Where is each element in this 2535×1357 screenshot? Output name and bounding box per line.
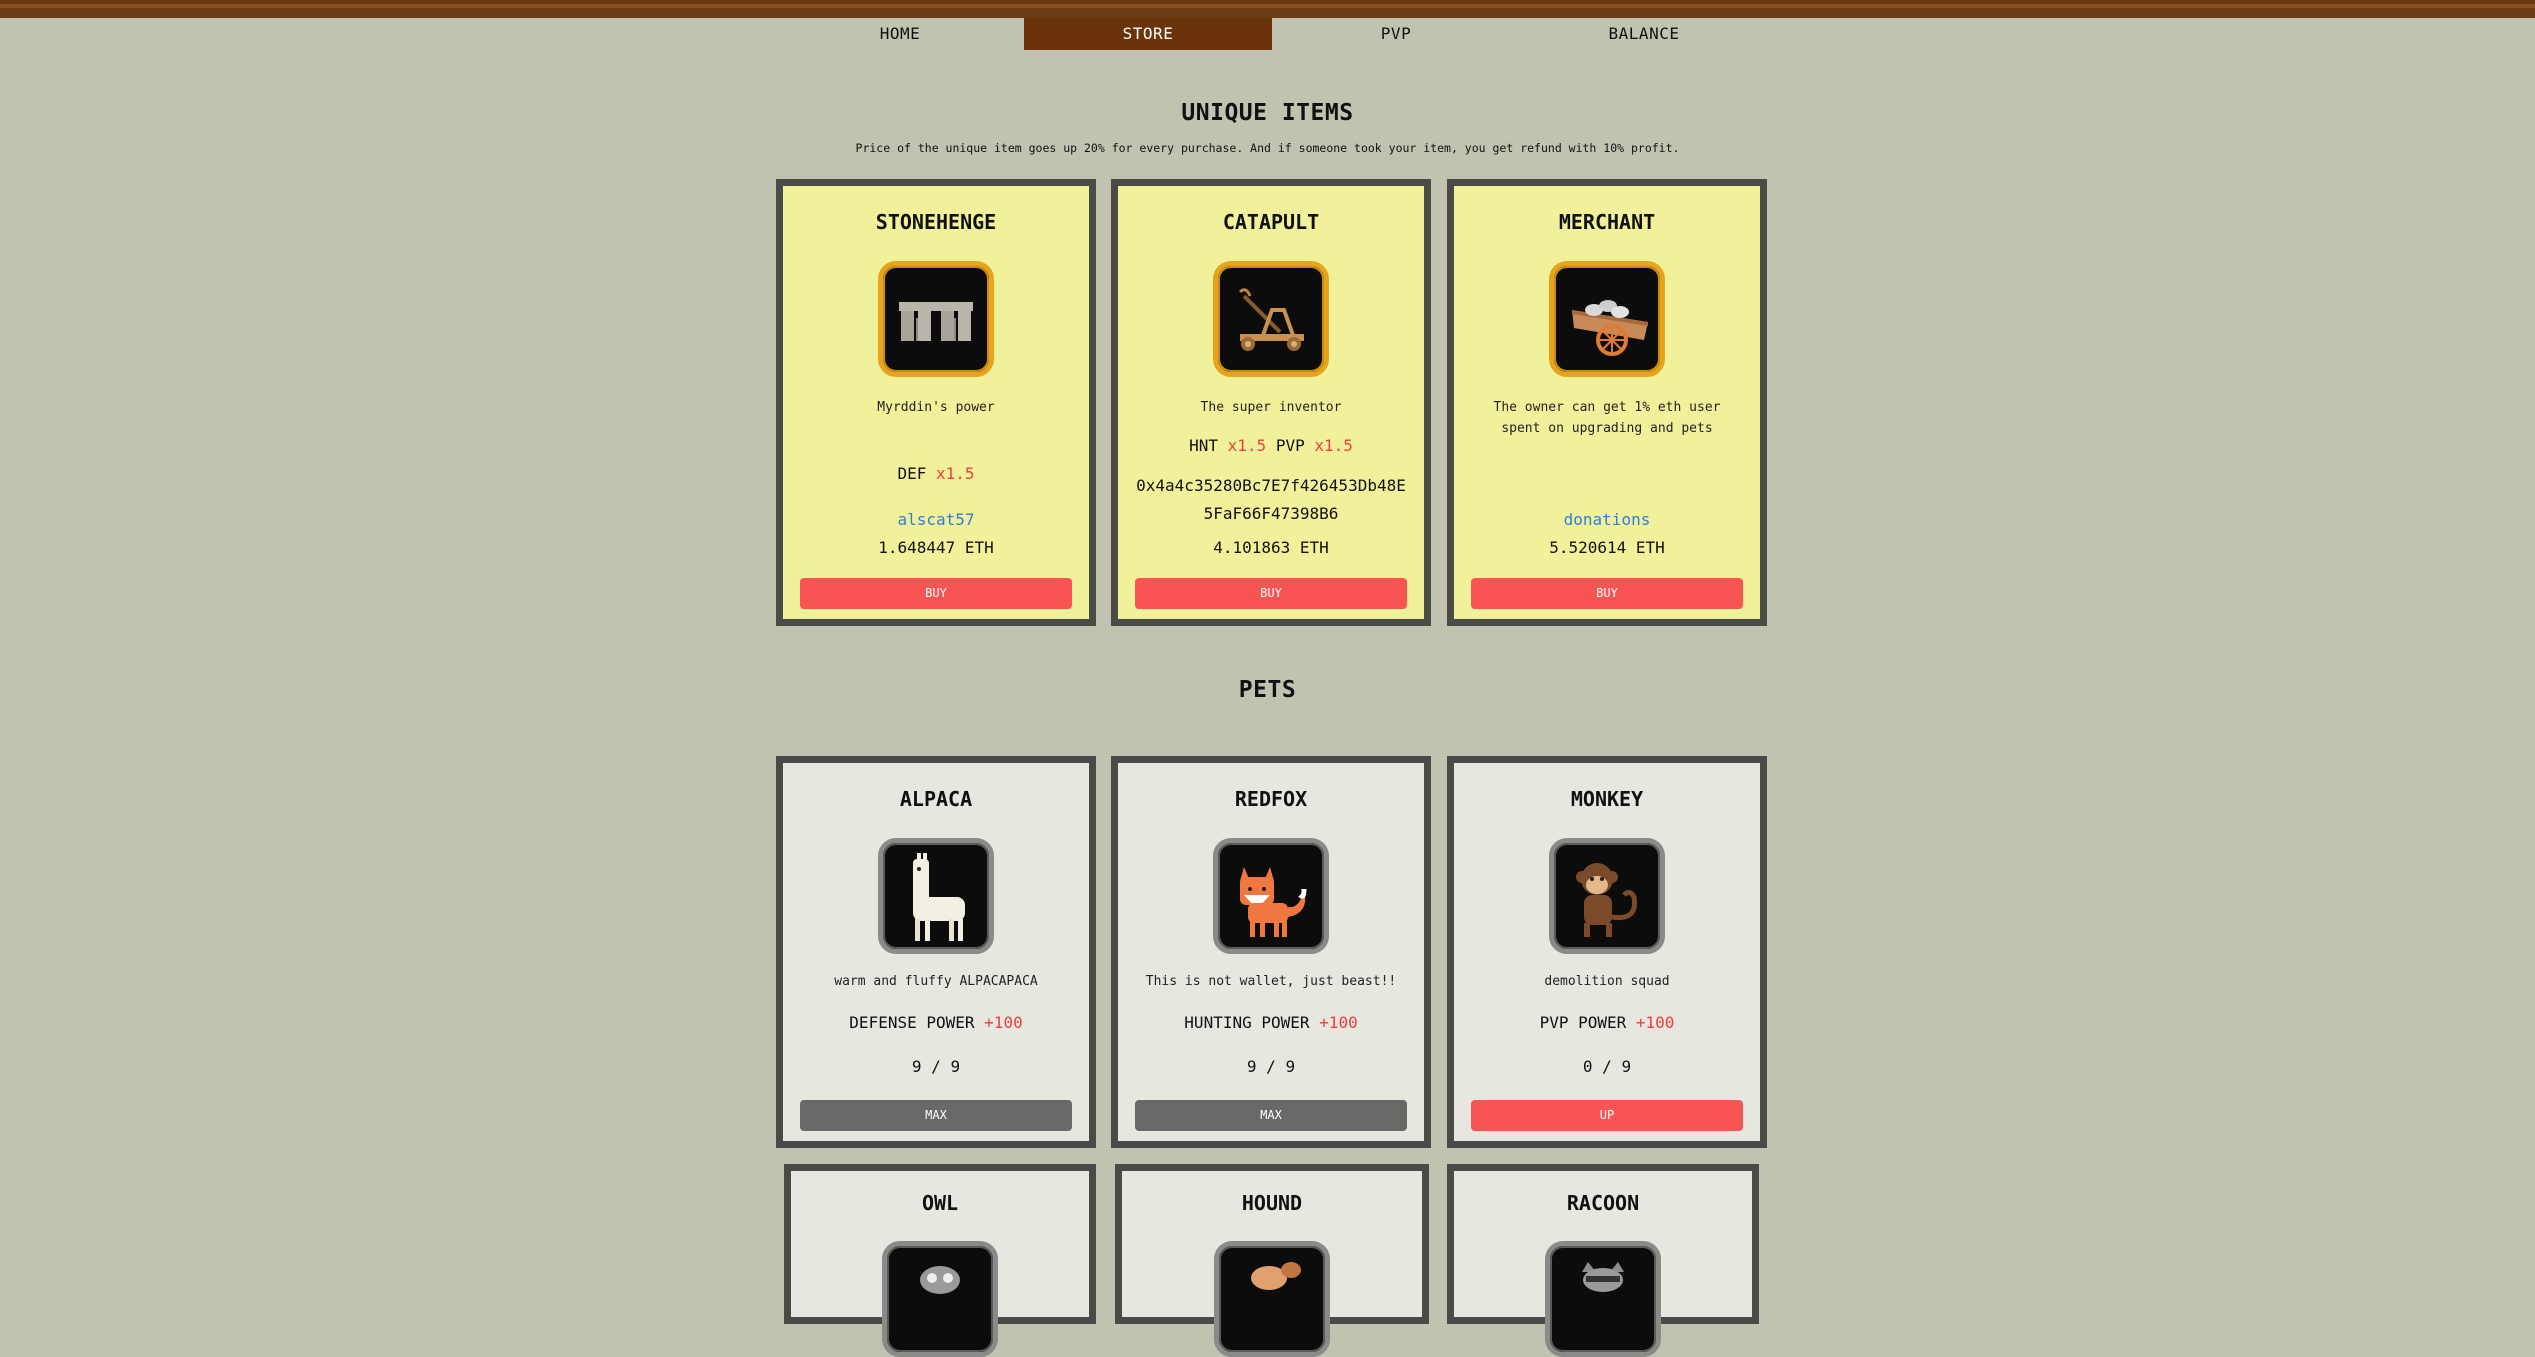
- stat-multiplier: x1.5: [936, 464, 975, 483]
- max-button[interactable]: MAX: [1135, 1100, 1407, 1131]
- item-description: The super inventor: [1200, 400, 1342, 415]
- pet-title: REDFOX: [1234, 787, 1308, 811]
- buy-button[interactable]: BUY: [1471, 578, 1743, 609]
- pet-power: PVP POWER +100: [1454, 1013, 1760, 1032]
- stat-multiplier: x1.5: [1314, 436, 1353, 455]
- power-label: DEFENSE POWER: [849, 1013, 975, 1032]
- pet-description: This is not wallet, just beast!!: [1145, 974, 1397, 989]
- pets-title: PETS: [1238, 677, 1297, 703]
- item-title: MERCHANT: [1558, 210, 1656, 234]
- hound-icon: [1214, 1241, 1330, 1357]
- owl-icon: [882, 1241, 998, 1357]
- unique-items-subtitle: Price of the unique item goes up 20% for…: [855, 141, 1680, 155]
- unique-item-card-stonehenge: STONEHENGE Myrddin's power DEF x1.5 alsc…: [776, 179, 1096, 626]
- pet-card-racoon: RACOON: [1447, 1164, 1759, 1357]
- pet-level: 9 / 9: [911, 1057, 961, 1076]
- unique-items-title: UNIQUE ITEMS: [1181, 100, 1354, 126]
- pet-description: demolition squad: [1544, 974, 1670, 989]
- power-value: +100: [984, 1013, 1023, 1032]
- up-button[interactable]: UP: [1471, 1100, 1743, 1131]
- pet-power: DEFENSE POWER +100: [783, 1013, 1089, 1032]
- catapult-icon: [1213, 261, 1329, 377]
- owner-link[interactable]: donations: [1454, 506, 1760, 534]
- pet-title: MONKEY: [1570, 787, 1644, 811]
- power-value: +100: [1319, 1013, 1358, 1032]
- pet-title: HOUND: [1241, 1191, 1303, 1215]
- stat-label: DEF: [897, 464, 927, 483]
- nav-home[interactable]: HOME: [776, 18, 1024, 50]
- top-bar: [0, 0, 2535, 18]
- pet-card-alpaca: ALPACA warm and fluffy ALPACAPACA DEFENS…: [776, 756, 1096, 1148]
- pet-title: RACOON: [1566, 1191, 1640, 1215]
- item-title: STONEHENGE: [875, 210, 997, 234]
- pet-card-hound: HOUND: [1115, 1164, 1429, 1357]
- item-price: 1.648447 ETH: [878, 538, 994, 557]
- monkey-icon: [1549, 838, 1665, 954]
- owner-address: 0x4a4c35280Bc7E7f426453Db48E5FaF66F47398…: [1136, 476, 1406, 523]
- pet-power: HUNTING POWER +100: [1118, 1013, 1424, 1032]
- power-label: PVP POWER: [1539, 1013, 1627, 1032]
- nav-pvp[interactable]: PVP: [1272, 18, 1520, 50]
- pet-title: OWL: [921, 1191, 959, 1215]
- merchant-cart-icon: [1549, 261, 1665, 377]
- item-stat: DEF x1.5: [783, 464, 1089, 483]
- owner-link[interactable]: alscat57: [783, 506, 1089, 534]
- item-title: CATAPULT: [1222, 210, 1320, 234]
- stat-label: PVP: [1275, 436, 1305, 455]
- stonehenge-icon: [878, 261, 994, 377]
- item-stats: HNT x1.5 PVP x1.5: [1118, 436, 1424, 455]
- buy-button[interactable]: BUY: [1135, 578, 1407, 609]
- stat-label: HNT: [1189, 436, 1218, 455]
- pet-level: 9 / 9: [1246, 1057, 1296, 1076]
- item-price: 5.520614 ETH: [1549, 538, 1665, 557]
- buy-button[interactable]: BUY: [800, 578, 1072, 609]
- racoon-icon: [1545, 1241, 1661, 1357]
- item-price: 4.101863 ETH: [1213, 538, 1329, 557]
- main-nav: HOME STORE PVP BALANCE: [776, 18, 1768, 50]
- item-description: The owner can get 1% eth user spent on u…: [1493, 400, 1721, 436]
- redfox-icon: [1213, 838, 1329, 954]
- pet-card-redfox: REDFOX This is not wallet, just beast!! …: [1111, 756, 1431, 1148]
- alpaca-icon: [878, 838, 994, 954]
- power-label: HUNTING POWER: [1184, 1013, 1310, 1032]
- item-description: Myrddin's power: [877, 400, 995, 415]
- nav-balance[interactable]: BALANCE: [1520, 18, 1768, 50]
- power-value: +100: [1635, 1013, 1675, 1032]
- pet-description: warm and fluffy ALPACAPACA: [834, 974, 1038, 989]
- top-bar-highlight: [0, 4, 2535, 8]
- max-button[interactable]: MAX: [800, 1100, 1072, 1131]
- pet-card-monkey: MONKEY demolition squad PVP POWER +100 0…: [1447, 756, 1767, 1148]
- nav-store[interactable]: STORE: [1024, 18, 1272, 50]
- pet-card-owl: OWL: [784, 1164, 1096, 1357]
- pet-title: ALPACA: [899, 787, 973, 811]
- unique-item-card-catapult: CATAPULT The super inventor HNT x1.5 PVP…: [1111, 179, 1431, 626]
- unique-item-card-merchant: MERCHANT The owner can get 1% eth user s…: [1447, 179, 1767, 626]
- pet-level: 0 / 9: [1582, 1057, 1632, 1076]
- stat-multiplier: x1.5: [1227, 436, 1267, 455]
